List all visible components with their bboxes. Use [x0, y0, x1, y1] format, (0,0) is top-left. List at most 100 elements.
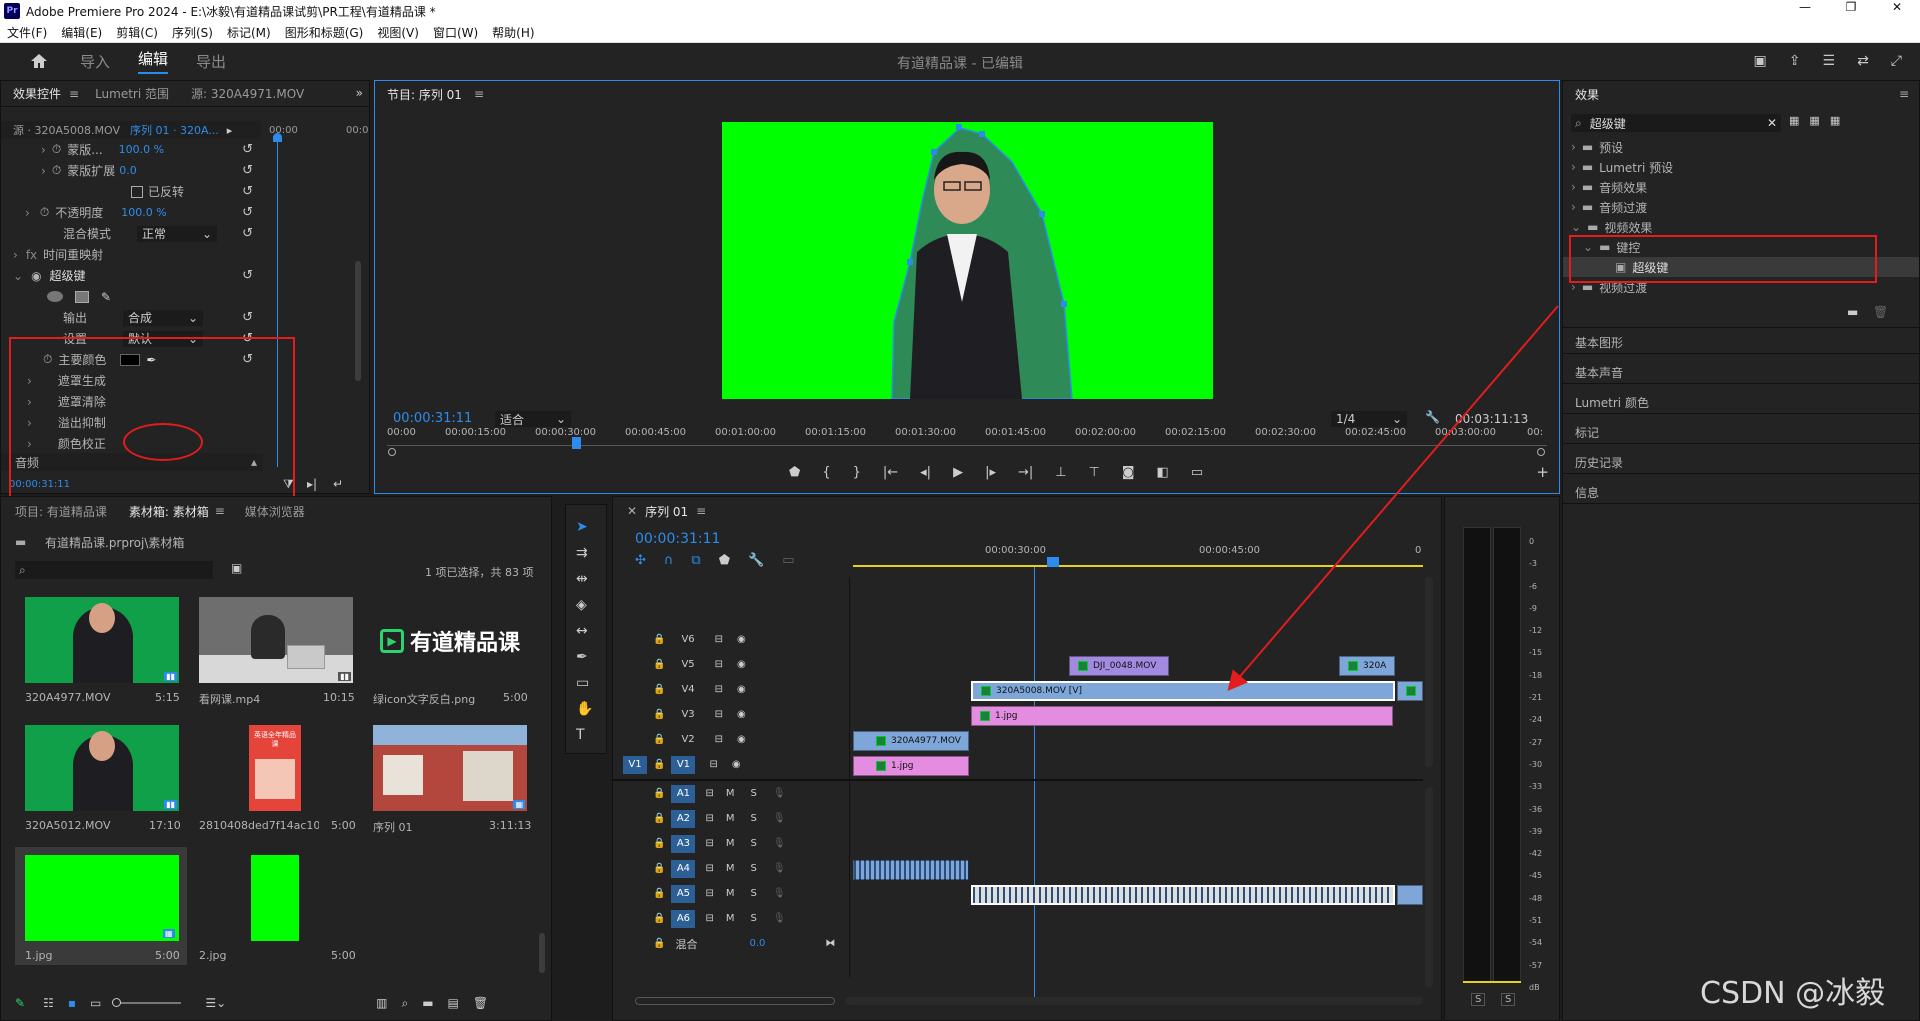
lock-icon[interactable]: 🔒 — [653, 913, 665, 924]
project-item[interactable]: ▮▮ — [199, 597, 353, 683]
safe-margins-icon[interactable]: ▭ — [1191, 465, 1203, 480]
panel-overflow-icon[interactable]: » — [356, 86, 363, 100]
sync-lock-icon[interactable]: ⊟ — [705, 863, 713, 874]
eye-icon[interactable]: ◉ — [732, 759, 741, 770]
tree-audio-effects[interactable]: 音频效果 — [1599, 179, 1647, 196]
sync-lock-icon[interactable]: ⊟ — [705, 788, 713, 799]
tree-presets[interactable]: 预设 — [1599, 139, 1623, 156]
eye-icon[interactable]: ◉ — [737, 659, 746, 670]
mic-icon[interactable]: 🎙 — [773, 863, 786, 874]
hand-tool-icon[interactable]: ✋ — [576, 701, 593, 717]
color-correction-label[interactable]: 颜色校正 — [58, 435, 106, 452]
audio-clip[interactable] — [1397, 885, 1423, 905]
razor-tool-icon[interactable]: ◈ — [576, 597, 593, 613]
sync-lock-icon[interactable]: ⊟ — [705, 813, 713, 824]
extract-icon[interactable]: ⊤ — [1089, 465, 1100, 480]
project-item[interactable]: ▶ 有道精品课 — [373, 597, 527, 683]
lock-icon[interactable]: 🔒 — [653, 838, 665, 849]
inverted-checkbox[interactable] — [131, 185, 143, 198]
mic-icon[interactable]: 🎙 — [773, 838, 786, 849]
selection-tool-icon[interactable]: ➤ — [576, 519, 593, 535]
audio-clip[interactable] — [853, 860, 969, 880]
tab-lumetri-scopes[interactable]: Lumetri 范围 — [95, 85, 169, 102]
tree-lumetri-presets[interactable]: Lumetri 预设 — [1599, 159, 1673, 176]
mark-out-icon[interactable]: } — [853, 465, 861, 480]
minimize-button[interactable]: — — [1782, 0, 1828, 22]
program-playhead[interactable] — [572, 437, 581, 449]
new-bin-icon[interactable]: ▬ — [422, 996, 433, 1010]
project-item-selected[interactable]: ▦ — [15, 847, 187, 965]
spill-suppression-label[interactable]: 溢出抑制 — [58, 414, 106, 431]
maximize-button[interactable]: ❐ — [1828, 0, 1874, 22]
reset-icon[interactable]: ↺ — [242, 226, 253, 241]
effects-search-input[interactable]: 超级键 — [1590, 115, 1626, 132]
matte-cleanup-label[interactable]: 遮罩清除 — [58, 393, 106, 410]
fit-dropdown[interactable]: 适合 ⌄ — [495, 411, 571, 427]
tree-keying[interactable]: 键控 — [1616, 239, 1640, 256]
key-color-swatch[interactable] — [120, 353, 141, 366]
timeline-clip[interactable] — [1397, 681, 1423, 701]
solo-button[interactable]: S — [750, 813, 756, 824]
reset-icon[interactable]: ↺ — [242, 268, 253, 283]
effects-panel-title[interactable]: 效果 — [1575, 86, 1599, 103]
track-label[interactable]: A3 — [671, 834, 696, 853]
lock-icon[interactable]: 🔒 — [653, 759, 665, 770]
sort-icon[interactable]: ☰⌄ — [205, 996, 226, 1010]
share-icon[interactable]: ⇪ — [1789, 53, 1801, 69]
slip-tool-icon[interactable]: ↔ — [576, 623, 593, 639]
add-marker-icon[interactable]: ⬟ — [719, 553, 730, 568]
automate-sequence-icon[interactable]: ▥ — [376, 996, 387, 1010]
find-icon[interactable]: ⌕ — [401, 996, 408, 1011]
track-label[interactable]: A1 — [671, 784, 696, 803]
sync-lock-icon[interactable]: ⊟ — [715, 709, 723, 720]
zoom-slider[interactable] — [112, 998, 182, 1007]
menu-window[interactable]: 窗口(W) — [433, 24, 478, 41]
play-icon[interactable]: ▶ — [953, 465, 963, 480]
sync-lock-icon[interactable]: ⊟ — [705, 838, 713, 849]
ellipse-mask-icon[interactable] — [47, 291, 63, 302]
track-label[interactable]: A5 — [671, 884, 696, 903]
lock-icon[interactable]: 🔒 — [653, 788, 665, 799]
output-dropdown[interactable]: 合成 ⌄ — [123, 309, 204, 326]
project-item[interactable]: ▮▮ — [25, 725, 179, 811]
info-section[interactable]: 信息 — [1575, 484, 1599, 501]
timeline-ruler[interactable]: 00:00:30:00 00:00:45:00 0 — [853, 539, 1423, 569]
essential-graphics-section[interactable]: 基本图形 — [1575, 334, 1623, 351]
timeline-clip[interactable]: 320A4977.MOV — [853, 731, 969, 751]
menu-clip[interactable]: 剪辑(C) — [116, 24, 158, 41]
rectangle-mask-icon[interactable] — [75, 290, 89, 303]
lock-icon[interactable]: 🔒 — [653, 863, 665, 874]
mic-icon[interactable]: 🎙 — [773, 913, 786, 924]
timeline-v-scrollbar[interactable] — [1425, 577, 1433, 767]
audio-clip-selected[interactable] — [971, 885, 1395, 905]
lock-icon[interactable]: 🔒 — [653, 938, 665, 949]
tab-effect-controls[interactable]: 效果控件 — [13, 85, 61, 102]
nest-toggle-icon[interactable]: ✣ — [635, 553, 646, 568]
clear-search-icon[interactable]: ✕ — [1767, 116, 1777, 130]
video-frame[interactable] — [722, 122, 1213, 399]
mix-end-icon[interactable]: ⧓ — [825, 938, 835, 949]
rectangle-tool-icon[interactable]: ▭ — [576, 675, 593, 691]
project-item[interactable]: ▮▮ — [25, 597, 179, 683]
sync-lock-icon[interactable]: ⊟ — [705, 888, 713, 899]
opacity-value[interactable]: 100.0 % — [121, 206, 166, 219]
mute-button[interactable]: M — [726, 863, 735, 874]
step-forward-icon[interactable]: |▸ — [985, 465, 996, 480]
mute-button[interactable]: M — [726, 913, 735, 924]
new-search-bin-icon[interactable]: ▣ — [231, 561, 242, 575]
solo-right-button[interactable]: S — [1501, 993, 1516, 1006]
mic-icon[interactable]: 🎙 — [773, 888, 786, 899]
snap-icon[interactable]: ∩ — [664, 553, 674, 568]
filter-icon[interactable]: ⧩ — [283, 477, 294, 492]
clear-icon[interactable]: 🗑 — [473, 996, 488, 1010]
32bit-effects-icon[interactable]: ▦ — [1809, 114, 1819, 127]
matte-generation-label[interactable]: 遮罩生成 — [58, 372, 106, 389]
accelerated-effects-icon[interactable]: ▦ — [1789, 114, 1799, 127]
sync-lock-icon[interactable]: ⊟ — [715, 659, 723, 670]
timeline-playhead[interactable] — [1034, 567, 1035, 997]
tree-video-effects[interactable]: 视频效果 — [1604, 219, 1652, 236]
new-item-icon[interactable]: ▤ — [448, 996, 459, 1010]
timeline-clip[interactable]: 1.jpg — [971, 706, 1393, 726]
timeline-settings-icon[interactable]: 🔧 — [748, 553, 764, 568]
mute-button[interactable]: M — [726, 788, 735, 799]
